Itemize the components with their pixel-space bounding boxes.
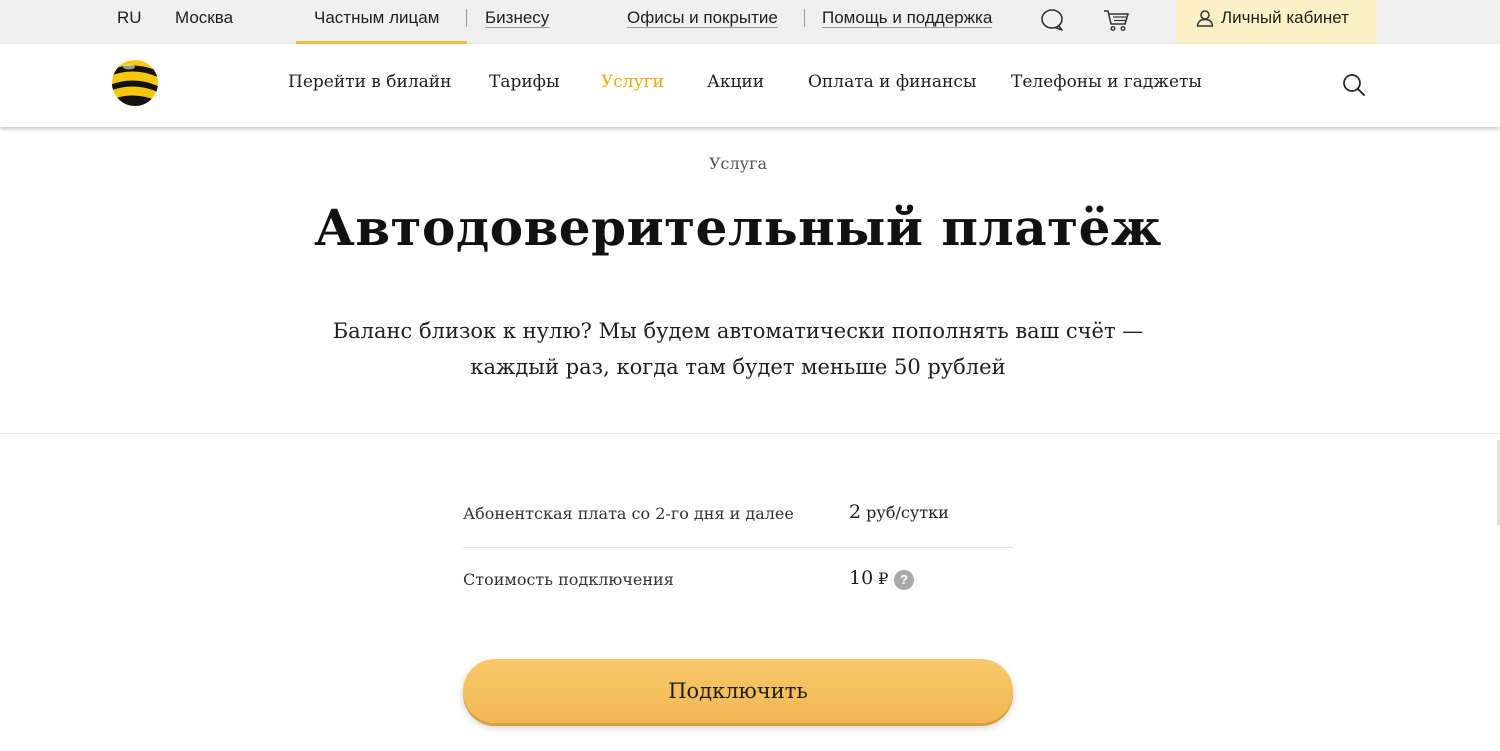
service-description: Баланс близок к нулю? Мы будем автоматич… [332,319,1144,379]
cart-icon[interactable] [1102,7,1129,33]
nav-services[interactable]: Услуги [601,72,664,92]
personal-cabinet-button[interactable]: Личный кабинет [1176,0,1377,44]
segment-separator [466,9,467,27]
beeline-logo[interactable] [110,58,160,108]
connection-cost-amount: 10 [849,567,874,589]
subscription-fee-amount: 2 [849,501,862,523]
connection-cost-unit: ₽ [873,569,889,588]
nav-phones-gadgets[interactable]: Телефоны и гаджеты [1011,72,1202,92]
cabinet-label: Личный кабинет [1221,8,1349,27]
connect-button[interactable]: Подключить [463,659,1013,723]
city-selector[interactable]: Москва [175,0,233,44]
section-divider [0,433,1500,434]
service-eyebrow: Услуга [708,154,768,173]
user-icon [1196,9,1214,27]
pricing-row-divider [463,547,1013,548]
connection-cost-label: Стоимость подключения [463,570,674,589]
nav-go-to-beeline[interactable]: Перейти в билайн [288,72,451,92]
subscription-fee-value: 2 руб/сутки [849,501,949,523]
chat-icon[interactable] [1039,7,1065,33]
language-switch[interactable]: RU [117,0,142,44]
segment-private[interactable]: Частным лицам [314,0,439,44]
help-support-link[interactable]: Помощь и поддержка [822,0,992,44]
page-title: Автодоверительный платёж [314,198,1162,257]
nav-tariffs[interactable]: Тарифы [489,72,560,92]
subscription-fee-label: Абонентская плата со 2-го дня и далее [463,504,794,523]
search-icon[interactable] [1341,72,1367,98]
links-separator [804,9,805,27]
help-question-icon[interactable]: ? [894,570,914,590]
segment-business[interactable]: Бизнесу [485,0,549,44]
connection-cost-value: 10 ₽ [849,567,888,589]
nav-promotions[interactable]: Акции [707,72,764,92]
subscription-fee-unit: руб/сутки [861,503,949,522]
nav-payment-finance[interactable]: Оплата и финансы [808,72,976,92]
top-utility-bar: RU Москва Частным лицам Бизнесу Офисы и … [0,0,1500,44]
main-navigation: Перейти в билайн Тарифы Услуги Акции Опл… [0,44,1500,127]
offices-coverage-link[interactable]: Офисы и покрытие [627,0,778,44]
